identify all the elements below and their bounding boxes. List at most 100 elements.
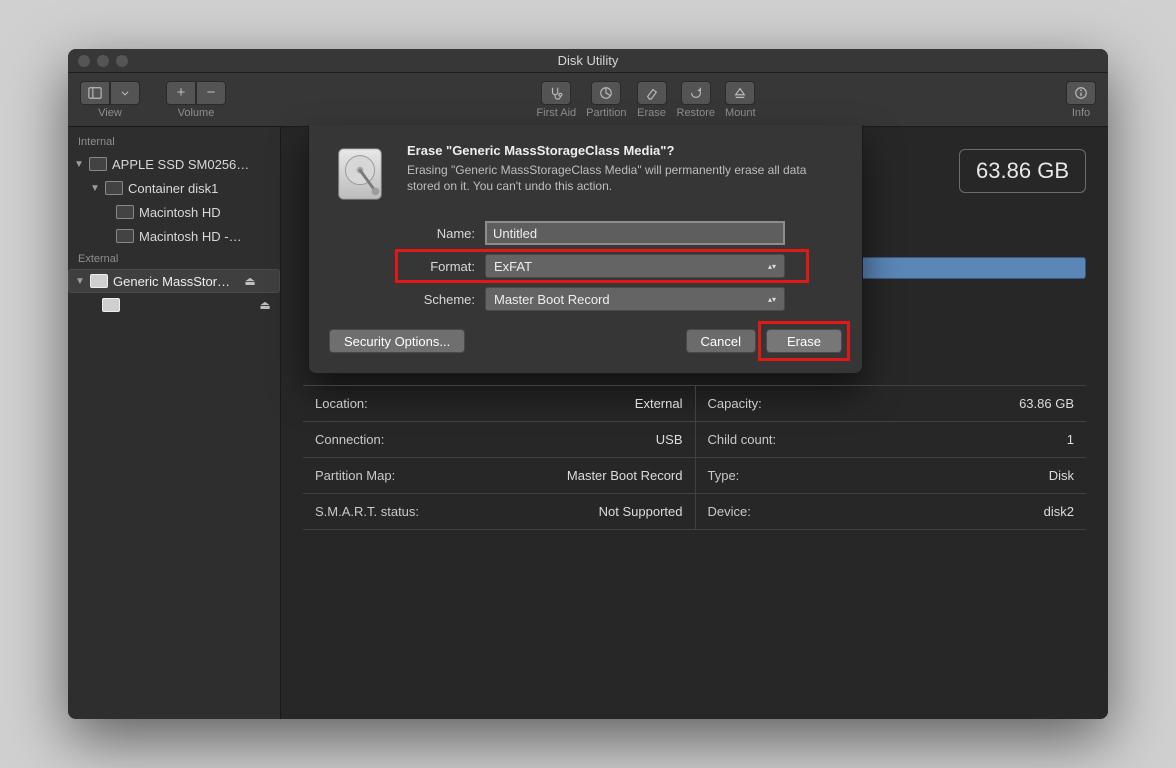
info-value: Master Boot Record (567, 468, 683, 483)
disclosure-triangle-icon[interactable]: ▼ (75, 276, 85, 287)
info-icon (1074, 86, 1088, 100)
sidebar-header-internal: Internal (68, 131, 280, 152)
scheme-label: Scheme: (401, 292, 475, 307)
info-key: Capacity: (708, 396, 762, 411)
partition-icon (599, 86, 613, 100)
minimize-window-icon[interactable] (97, 55, 109, 67)
external-disk-icon (102, 298, 120, 312)
mount-button[interactable] (725, 81, 755, 105)
restore-button[interactable] (681, 81, 711, 105)
info-button[interactable] (1066, 81, 1096, 105)
sidebar-item-label: Macintosh HD (139, 205, 272, 220)
chevron-down-icon (120, 88, 130, 98)
eject-icon[interactable]: ⏏ (258, 298, 272, 312)
disk-utility-window: Disk Utility View + − Volume (68, 49, 1108, 719)
internal-disk-icon (89, 157, 107, 171)
sidebar-item-label: Macintosh HD -… (139, 229, 272, 244)
titlebar: Disk Utility (68, 49, 1108, 73)
format-select[interactable]: ExFAT ▴▾ (485, 254, 785, 278)
sidebar-item-label: Generic MassStor… (113, 274, 238, 289)
format-value: ExFAT (494, 259, 532, 274)
info-key: Type: (708, 468, 740, 483)
info-grid: Location:External Connection: USB Partiti… (303, 385, 1086, 530)
info-row: Child count: 1 (695, 422, 1087, 458)
erase-icon (645, 86, 659, 100)
partition-label: Partition (586, 107, 626, 119)
internal-disk-icon (105, 181, 123, 195)
erase-toolbar-button[interactable] (637, 81, 667, 105)
external-disk-icon (90, 274, 108, 288)
sidebar-icon (88, 86, 102, 100)
info-key: Connection: (315, 432, 384, 447)
scheme-select[interactable]: Master Boot Record ▴▾ (485, 287, 785, 311)
info-right-col: Capacity: 63.86 GB Child count: 1 Type: Dis… (695, 385, 1087, 530)
stethoscope-icon (549, 86, 563, 100)
info-row: Partition Map: Master Boot Record (303, 458, 695, 494)
eject-icon[interactable]: ⏏ (243, 274, 257, 288)
sidebar-item-external-volume[interactable]: ⏏ (68, 293, 280, 317)
volume-group: + − Volume (166, 81, 226, 119)
partition-button[interactable] (591, 81, 621, 105)
view-label: View (98, 107, 122, 119)
first-aid-label: First Aid (536, 107, 576, 119)
volume-remove-button[interactable]: − (196, 81, 226, 105)
sidebar: Internal ▼ APPLE SSD SM0256… ▼ Container… (68, 127, 281, 719)
info-value: disk2 (1044, 504, 1074, 519)
cancel-button[interactable]: Cancel (686, 329, 756, 353)
sidebar-item-container-disk1[interactable]: ▼ Container disk1 (68, 176, 280, 200)
erase-button[interactable]: Erase (766, 329, 842, 353)
info-row: S.M.A.R.T. status: Not Supported (303, 494, 695, 530)
sidebar-item-macintosh-hd[interactable]: Macintosh HD (68, 200, 280, 224)
toolbar: View + − Volume First Aid Partition Eras… (68, 73, 1108, 127)
view-dropdown[interactable] (110, 81, 140, 105)
mount-icon (733, 86, 747, 100)
info-value: USB (656, 432, 683, 447)
sidebar-item-label: APPLE SSD SM0256… (112, 157, 272, 172)
disclosure-triangle-icon[interactable]: ▼ (90, 183, 100, 194)
view-button[interactable] (80, 81, 110, 105)
first-aid-button[interactable] (541, 81, 571, 105)
name-label: Name: (401, 226, 475, 241)
minus-icon: − (207, 85, 216, 100)
window-controls (78, 55, 128, 67)
zoom-window-icon[interactable] (116, 55, 128, 67)
close-window-icon[interactable] (78, 55, 90, 67)
internal-disk-icon (116, 205, 134, 219)
info-row: Type: Disk (695, 458, 1087, 494)
name-input[interactable] (485, 221, 785, 245)
info-row: Connection: USB (303, 422, 695, 458)
info-row: Device: disk2 (695, 494, 1087, 530)
sidebar-item-apple-ssd[interactable]: ▼ APPLE SSD SM0256… (68, 152, 280, 176)
info-key: Device: (708, 504, 751, 519)
sidebar-item-macintosh-hd-data[interactable]: Macintosh HD -… (68, 224, 280, 248)
info-row: Location:External (303, 385, 695, 422)
info-value: 63.86 GB (1019, 396, 1074, 411)
info-key: S.M.A.R.T. status: (315, 504, 419, 519)
volume-label: Volume (178, 107, 215, 119)
info-label: Info (1072, 107, 1090, 119)
updown-caret-icon: ▴▾ (764, 290, 780, 308)
dialog-description: Erasing "Generic MassStorageClass Media"… (407, 162, 827, 194)
hard-drive-icon (329, 143, 391, 205)
window-title: Disk Utility (558, 53, 619, 68)
scheme-value: Master Boot Record (494, 292, 610, 307)
info-key: Child count: (708, 432, 777, 447)
mount-label: Mount (725, 107, 756, 119)
view-group: View (80, 81, 140, 119)
plus-icon: + (177, 85, 186, 100)
volume-add-button[interactable]: + (166, 81, 196, 105)
info-value: Not Supported (599, 504, 683, 519)
security-options-button[interactable]: Security Options... (329, 329, 465, 353)
info-key: Location: (315, 396, 368, 411)
sidebar-item-label: Container disk1 (128, 181, 272, 196)
info-value: 1 (1067, 432, 1074, 447)
erase-dialog: Erase "Generic MassStorageClass Media"? … (308, 125, 863, 374)
dialog-title: Erase "Generic MassStorageClass Media"? (407, 143, 827, 158)
format-label: Format: (401, 259, 475, 274)
info-key: Partition Map: (315, 468, 395, 483)
capacity-box: 63.86 GB (959, 149, 1086, 193)
info-value: Disk (1049, 468, 1074, 483)
disclosure-triangle-icon[interactable]: ▼ (74, 159, 84, 170)
sidebar-item-generic-mass-storage[interactable]: ▼ Generic MassStor… ⏏ (68, 269, 280, 293)
main-pane: 63.86 GB (281, 127, 1108, 719)
